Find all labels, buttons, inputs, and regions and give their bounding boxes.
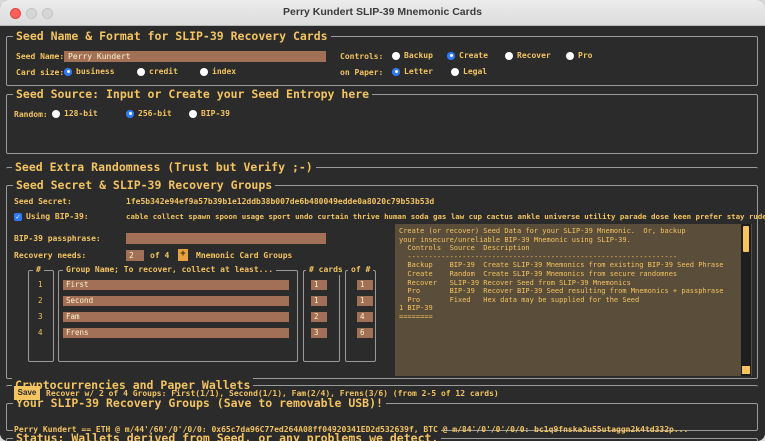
secret-groups-title: Seed Secret & SLIP-39 Recovery Groups xyxy=(13,177,276,193)
card-size-label: Card size: xyxy=(16,68,65,77)
group-name-input[interactable]: Fam xyxy=(63,312,289,322)
bip39-words[interactable]: cable collect spawn spoon usage sport un… xyxy=(126,212,765,221)
window-title: Perry Kundert SLIP-39 Mnemonic Cards xyxy=(283,6,482,18)
save-button[interactable]: Save xyxy=(14,386,40,400)
seed-secret-value[interactable]: 1fe5b342e94ef9a57b39b1e12ddb38b007de6b48… xyxy=(126,197,434,206)
extra-randomness-title: Seed Extra Randomness (Trust but Verify … xyxy=(12,159,316,175)
seed-name-label: Seed Name: xyxy=(16,52,65,61)
info-line: Pro Fixed Hex data may be supplied for t… xyxy=(399,295,640,304)
paper-letter-radio[interactable]: Letter xyxy=(392,67,433,76)
app-window: Perry Kundert SLIP-39 Mnemonic Cards See… xyxy=(0,0,765,441)
recovery-needs-label: Recovery needs: xyxy=(14,251,87,260)
info-line: ======== xyxy=(399,312,433,321)
random-bip39-radio[interactable]: BIP-39 xyxy=(189,109,230,118)
info-line: Pro BIP-39 Recover BIP-39 Seed resulting… xyxy=(399,287,724,296)
radio-selected-icon xyxy=(392,67,400,76)
radio-selected-icon xyxy=(64,67,72,76)
group-row-number: 2 xyxy=(38,296,43,305)
group-of-input[interactable]: 4 xyxy=(357,312,373,322)
group-need-input[interactable]: 1 xyxy=(311,296,327,306)
scrollbar-thumb[interactable] xyxy=(743,226,749,252)
main-content: Seed Name & Format for SLIP-39 Recovery … xyxy=(0,26,765,441)
seed-name-input[interactable]: Perry Kundert xyxy=(64,51,326,62)
random-label: Random: xyxy=(14,110,48,119)
info-line: Create Random Create SLIP-39 Mnemonics f… xyxy=(399,269,678,278)
of-groups-label: of 4 xyxy=(150,251,170,260)
using-bip39-checkbox[interactable]: ✓ Using BIP-39: xyxy=(14,212,89,221)
info-text-area[interactable]: Create (or recover) Seed Data for your S… xyxy=(395,224,752,376)
radio-icon xyxy=(52,109,60,118)
info-line: Backup BIP-39 Create SLIP-39 Mnemonics f… xyxy=(399,261,724,270)
radio-icon xyxy=(566,51,574,60)
group-number-header: # xyxy=(33,265,44,275)
checkmark-icon: ✓ xyxy=(14,212,22,221)
seed-source-title: Seed Source: Input or Create your Seed E… xyxy=(13,86,373,102)
group-need-input[interactable]: 1 xyxy=(311,280,327,290)
group-of-input[interactable]: 1 xyxy=(357,280,373,290)
info-line: Recover SLIP-39 Recover Seed from SLIP-3… xyxy=(399,278,631,287)
group-row-number: 1 xyxy=(38,280,43,289)
info-line: Create (or recover) Seed Data for your S… xyxy=(399,227,686,235)
passphrase-input[interactable] xyxy=(126,233,326,244)
radio-icon xyxy=(200,67,208,76)
status-text: Perry Kundert == ETH @ m/44'/60'/0'/0/0:… xyxy=(14,425,689,434)
seed-source-frame: Seed Source: Input or Create your Seed E… xyxy=(6,86,758,154)
control-backup-radio[interactable]: Backup xyxy=(392,51,433,60)
group-row-number: 4 xyxy=(38,328,43,337)
radio-icon xyxy=(137,67,145,76)
paper-legal-radio[interactable]: Legal xyxy=(451,67,487,76)
passphrase-label: BIP-39 passphrase: xyxy=(14,234,101,243)
radio-icon xyxy=(451,67,459,76)
group-row-number: 3 xyxy=(38,312,43,321)
radio-selected-icon xyxy=(126,109,134,118)
radio-icon xyxy=(189,109,197,118)
group-of-input[interactable]: 6 xyxy=(357,328,373,338)
random-256-radio[interactable]: 256-bit xyxy=(126,109,172,118)
group-cards-header: # cards xyxy=(306,265,346,275)
info-line: 1 BIP-39 xyxy=(399,304,433,313)
info-line: Controls Source Description xyxy=(399,244,530,253)
add-group-button[interactable]: + xyxy=(178,249,188,261)
seed-secret-label: Seed Secret: xyxy=(14,197,72,206)
seed-name-format-title: Seed Name & Format for SLIP-39 Recovery … xyxy=(13,28,331,44)
paper-label: on Paper: xyxy=(340,68,384,77)
control-create-radio[interactable]: Create xyxy=(447,51,488,60)
card-size-business-radio[interactable]: business xyxy=(64,67,115,76)
title-bar: Perry Kundert SLIP-39 Mnemonic Cards xyxy=(0,0,765,26)
radio-icon xyxy=(505,51,513,60)
card-size-index-radio[interactable]: index xyxy=(200,67,236,76)
card-size-credit-radio[interactable]: credit xyxy=(137,67,178,76)
group-need-input[interactable]: 2 xyxy=(311,312,327,322)
info-line: your insecure/unreliable BIP-39 Mnemonic… xyxy=(399,235,631,244)
recovery-summary: Recover w/ 2 of 4 Groups: First(1/1), Se… xyxy=(46,389,499,398)
radio-icon xyxy=(392,51,400,60)
group-name-header: Group Name; To recover, collect at least… xyxy=(63,265,277,275)
group-name-input[interactable]: Frens xyxy=(63,328,289,338)
control-pro-radio[interactable]: Pro xyxy=(566,51,592,60)
controls-label: Controls: xyxy=(340,52,384,61)
info-scrollbar[interactable] xyxy=(741,224,751,376)
control-recover-radio[interactable]: Recover xyxy=(505,51,551,60)
group-need-input[interactable]: 3 xyxy=(311,328,327,338)
mnemonic-groups-label: Mnemonic Card Groups xyxy=(196,251,293,260)
recovery-needs-input[interactable]: 2 xyxy=(126,250,144,261)
radio-selected-icon xyxy=(447,51,455,60)
extra-randomness-frame: Seed Extra Randomness (Trust but Verify … xyxy=(6,159,758,175)
group-of-input[interactable]: 1 xyxy=(357,296,373,306)
info-line: ----------------------------------------… xyxy=(399,252,678,261)
group-name-input[interactable]: First xyxy=(63,280,289,290)
group-name-input[interactable]: Second xyxy=(63,296,289,306)
group-of-header: of # xyxy=(348,265,374,275)
scroll-down-arrow-icon[interactable] xyxy=(742,366,750,374)
random-128-radio[interactable]: 128-bit xyxy=(52,109,98,118)
